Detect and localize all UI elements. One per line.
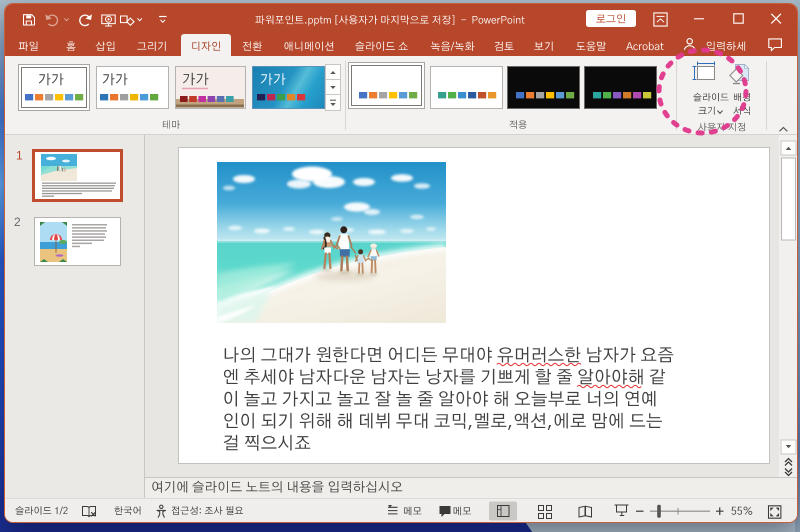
svg-text:2: 2 [14,215,21,229]
svg-text:1: 1 [16,149,23,163]
